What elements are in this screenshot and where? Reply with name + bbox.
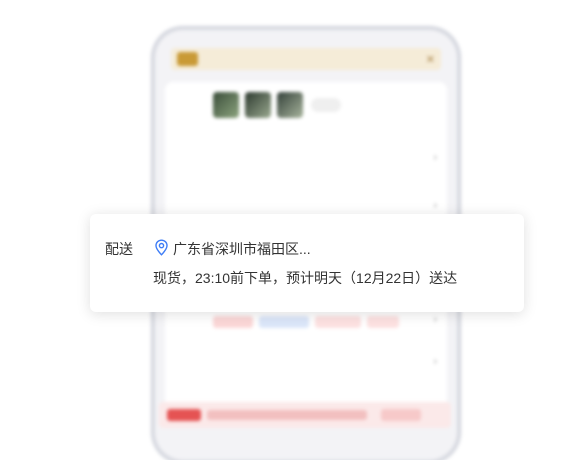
service-tag: [259, 316, 309, 328]
bottom-badge: [167, 409, 201, 421]
delivery-address[interactable]: 广东省深圳市福田区...: [173, 239, 311, 259]
product-thumbnail: [213, 92, 239, 118]
chevron-right-icon: ›: [433, 356, 437, 367]
service-card: › ›: [165, 300, 447, 410]
bottom-text: [207, 410, 367, 420]
service-tag: [213, 316, 253, 328]
delivery-info: 现货，23:10前下单，预计明天（12月22日）送达: [153, 270, 458, 286]
chevron-right-icon: ›: [433, 200, 437, 211]
location-pin-icon: [155, 239, 168, 256]
chevron-right-icon: ›: [433, 314, 437, 325]
product-options-card: › ›: [165, 82, 447, 222]
bottom-action-bar: [159, 402, 451, 428]
chevron-right-icon: ›: [433, 152, 437, 163]
delivery-label: 配送: [105, 241, 133, 257]
promo-banner: ✕: [171, 48, 441, 70]
service-tag: [315, 316, 361, 328]
close-icon: ✕: [425, 53, 435, 66]
option-chip: [311, 98, 341, 112]
product-thumbnail: [245, 92, 271, 118]
promo-badge: [177, 52, 198, 66]
service-tag: [367, 316, 399, 328]
delivery-popup: 配送 广东省深圳市福田区... 现货，23:10前下单，预计明天（12月22日）…: [90, 214, 524, 312]
product-thumbnail: [277, 92, 303, 118]
bottom-button: [381, 409, 421, 421]
